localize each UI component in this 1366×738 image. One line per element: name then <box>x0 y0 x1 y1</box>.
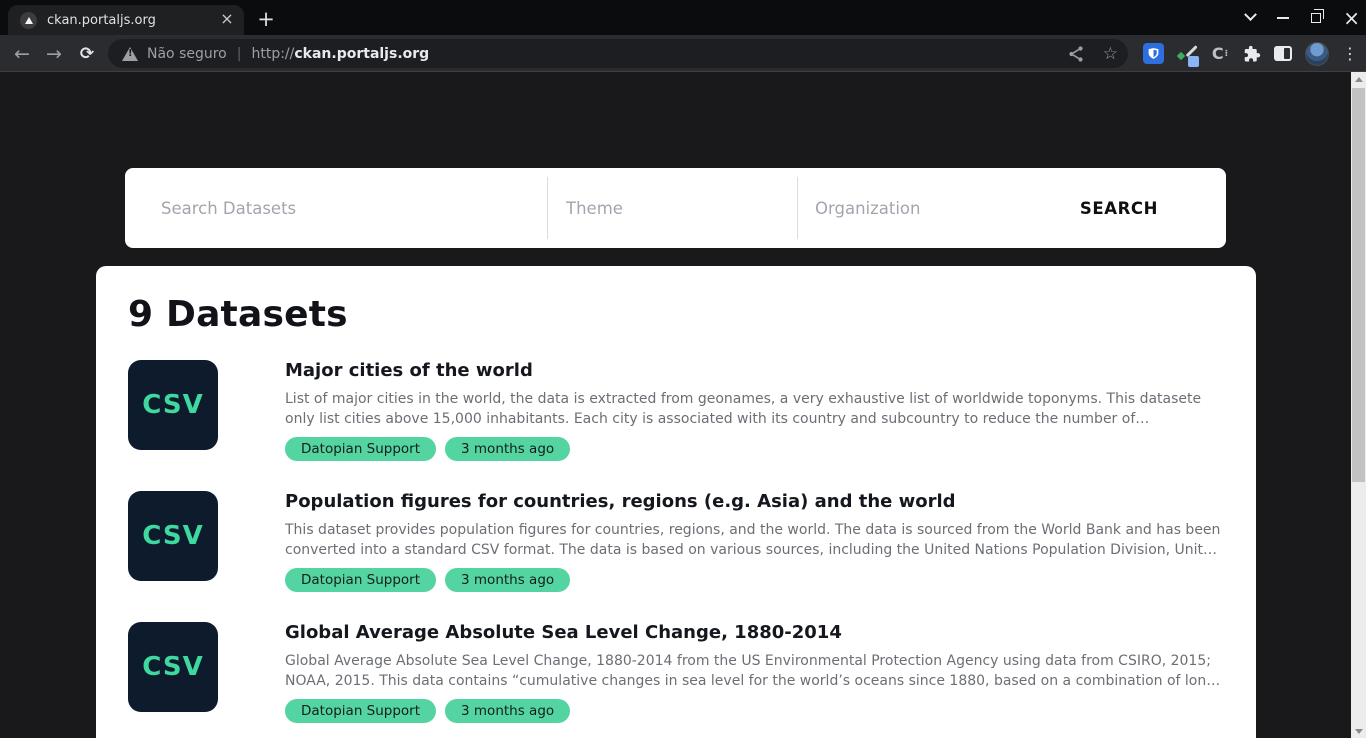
page-scrollbar[interactable] <box>1351 72 1366 738</box>
badge-row: Datopian Support 3 months ago <box>285 437 1221 461</box>
dataset-description: This dataset provides population figures… <box>285 520 1221 560</box>
dataset-title-link[interactable]: Global Average Absolute Sea Level Change… <box>285 623 1221 643</box>
address-bar[interactable]: Não seguro | http://ckan.portaljs.org ☆ <box>108 39 1128 68</box>
scroll-down-arrow-icon[interactable] <box>1351 724 1366 738</box>
new-tab-button[interactable]: + <box>252 5 280 33</box>
scroll-up-arrow-icon[interactable] <box>1351 72 1366 86</box>
browser-toolbar: ← → ⟳ Não seguro | http://ckan.portaljs.… <box>0 35 1366 72</box>
dataset-description: List of major cities in the world, the d… <box>285 389 1221 429</box>
format-label: CSV <box>142 521 203 551</box>
tab-close-icon[interactable]: × <box>218 11 236 29</box>
security-label: Não seguro <box>147 46 227 62</box>
search-button[interactable]: SEARCH <box>1080 199 1158 218</box>
theme-input[interactable] <box>566 199 797 218</box>
dataset-description: Global Average Absolute Sea Level Change… <box>285 651 1221 691</box>
browser-menu-kebab-icon[interactable]: ⋮ <box>1342 44 1358 63</box>
back-button[interactable]: ← <box>9 41 35 67</box>
dataset-row: CSV Population figures for countries, re… <box>128 491 1224 592</box>
badge-row: Datopian Support 3 months ago <box>285 568 1221 592</box>
datasets-count-heading: 9 Datasets <box>128 294 1224 335</box>
dataset-list: CSV Major cities of the world List of ma… <box>128 360 1224 738</box>
browser-tab[interactable]: ckan.portaljs.org × <box>8 5 244 35</box>
tab-strip: ckan.portaljs.org × + × <box>0 0 1366 35</box>
share-icon[interactable] <box>1067 45 1085 63</box>
site-favicon-icon <box>20 12 37 29</box>
url-scheme: http:// <box>251 46 294 62</box>
search-datasets-input[interactable] <box>161 199 547 218</box>
dataset-search-bar: SEARCH <box>125 168 1226 248</box>
csv-format-icon: CSV <box>128 622 218 712</box>
organization-input[interactable] <box>815 199 1080 218</box>
csv-format-icon: CSV <box>128 491 218 581</box>
csv-format-icon: CSV <box>128 360 218 450</box>
dataset-title-link[interactable]: Population figures for countries, region… <box>285 492 1221 512</box>
format-label: CSV <box>142 652 203 682</box>
bookmark-star-icon[interactable]: ☆ <box>1103 44 1118 64</box>
datasets-panel: 9 Datasets CSV Major cities of the world… <box>96 266 1256 738</box>
side-panel-icon[interactable] <box>1274 46 1292 61</box>
profile-avatar[interactable] <box>1305 42 1329 66</box>
webpage-viewport: SEARCH 9 Datasets CSV Major cities of th… <box>0 72 1366 738</box>
tag-badge[interactable]: 3 months ago <box>445 437 570 461</box>
dataset-row: CSV Major cities of the world List of ma… <box>128 360 1224 461</box>
color-picker-extension-icon[interactable] <box>1177 43 1199 65</box>
tag-badge[interactable]: 3 months ago <box>445 699 570 723</box>
forward-button[interactable]: → <box>41 41 67 67</box>
tab-title: ckan.portaljs.org <box>47 13 218 28</box>
scrollbar-thumb[interactable] <box>1352 88 1365 482</box>
not-secure-warning-icon <box>122 47 138 61</box>
tab-search-chevron-icon[interactable] <box>1244 8 1257 21</box>
dataset-row: CSV Global Average Absolute Sea Level Ch… <box>128 622 1224 723</box>
reload-button[interactable]: ⟳ <box>74 41 100 67</box>
restore-window-button[interactable] <box>1311 13 1321 23</box>
tag-badge[interactable]: Datopian Support <box>285 699 436 723</box>
format-label: CSV <box>142 390 203 420</box>
tag-badge[interactable]: Datopian Support <box>285 437 436 461</box>
tag-badge[interactable]: Datopian Support <box>285 568 436 592</box>
colorzilla-extension-icon[interactable]: C⁝ <box>1212 44 1228 63</box>
tag-badge[interactable]: 3 months ago <box>445 568 570 592</box>
badge-row: Datopian Support 3 months ago <box>285 699 1221 723</box>
url-host: ckan.portaljs.org <box>294 46 429 62</box>
bitwarden-extension-icon[interactable] <box>1143 43 1164 64</box>
extensions-puzzle-icon[interactable] <box>1241 44 1261 64</box>
dataset-title-link[interactable]: Major cities of the world <box>285 361 1221 381</box>
minimize-button[interactable] <box>1277 17 1289 19</box>
close-window-button[interactable]: × <box>1343 9 1360 27</box>
url-divider: | <box>237 46 242 62</box>
